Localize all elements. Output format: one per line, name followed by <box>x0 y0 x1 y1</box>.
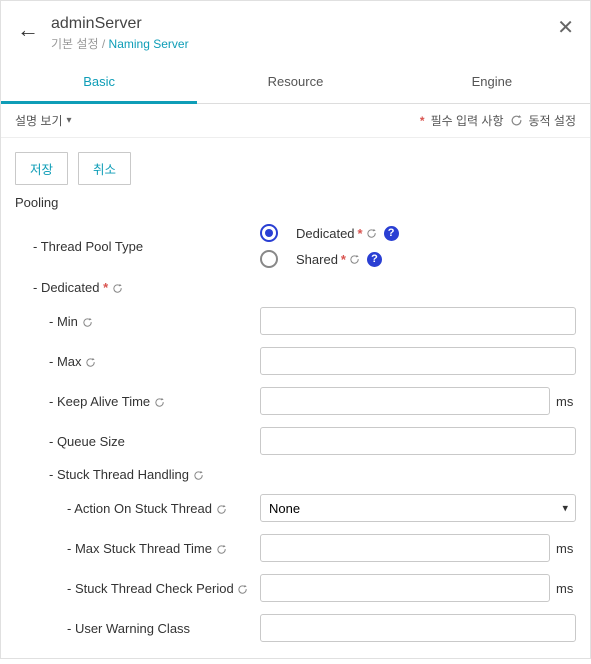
refresh-icon <box>510 114 523 127</box>
refresh-icon <box>82 317 93 328</box>
label-thread-pool-type: - Thread Pool Type <box>15 239 260 254</box>
refresh-icon <box>349 254 360 265</box>
required-legend-label: 필수 입력 사항 <box>431 112 504 129</box>
radio-shared-label-group: Shared * ? <box>296 252 382 267</box>
tabs: Basic Resource Engine <box>1 62 590 104</box>
row-thread-pool-type: - Thread Pool Type Dedicated * ? Shared … <box>1 218 590 274</box>
required-star-icon: * <box>420 114 425 128</box>
unit-ms: ms <box>556 541 576 556</box>
thread-pool-type-radio-group: Dedicated * ? Shared * ? <box>260 224 399 268</box>
label-stuck-check-period-text: - Stuck Thread Check Period <box>67 581 234 596</box>
label-max: - Max <box>15 354 260 369</box>
cancel-button[interactable]: 취소 <box>78 152 131 185</box>
label-queue-size: - Queue Size <box>15 434 260 449</box>
row-min: - Min <box>1 301 590 341</box>
label-max-stuck-time-text: - Max Stuck Thread Time <box>67 541 212 556</box>
required-star-icon: * <box>358 226 363 241</box>
tab-basic[interactable]: Basic <box>1 62 197 104</box>
user-warning-class-input[interactable] <box>260 614 576 642</box>
label-action-stuck-text: - Action On Stuck Thread <box>67 501 212 516</box>
label-keep-alive-text: - Keep Alive Time <box>49 394 150 409</box>
page-header: ← adminServer 기본 설정 / Naming Server ✕ <box>1 1 590 62</box>
row-user-warning-class: - User Warning Class <box>1 608 590 658</box>
refresh-icon <box>154 397 165 408</box>
label-user-warning-class: - User Warning Class <box>15 621 260 636</box>
section-title-pooling: Pooling <box>1 195 590 218</box>
unit-ms: ms <box>556 581 576 596</box>
max-stuck-time-input[interactable] <box>260 534 550 562</box>
row-stuck-check-period: - Stuck Thread Check Period ms <box>1 568 590 608</box>
breadcrumb-sep: / <box>102 37 105 51</box>
breadcrumb-current[interactable]: Naming Server <box>109 37 189 51</box>
refresh-icon <box>85 357 96 368</box>
refresh-icon <box>216 544 227 555</box>
radio-dot-icon <box>265 229 273 237</box>
row-action-stuck: - Action On Stuck Thread ▾ <box>1 488 590 528</box>
row-keep-alive: - Keep Alive Time ms <box>1 381 590 421</box>
row-max: - Max <box>1 341 590 381</box>
save-button[interactable]: 저장 <box>15 152 68 185</box>
radio-dedicated[interactable] <box>260 224 278 242</box>
row-queue-size: - Queue Size <box>1 421 590 461</box>
row-max-stuck-time: - Max Stuck Thread Time ms <box>1 528 590 568</box>
keep-alive-input[interactable] <box>260 387 550 415</box>
radio-shared-line: Shared * ? <box>260 250 399 268</box>
refresh-icon <box>216 504 227 515</box>
refresh-icon <box>366 228 377 239</box>
dynamic-legend-label: 동적 설정 <box>529 112 577 129</box>
action-stuck-select[interactable]: ▾ <box>260 494 576 522</box>
radio-dedicated-label: Dedicated <box>296 226 355 241</box>
action-buttons: 저장 취소 <box>1 138 590 195</box>
label-keep-alive: - Keep Alive Time <box>15 394 260 409</box>
unit-ms: ms <box>556 394 576 409</box>
label-dedicated-text: - Dedicated <box>33 280 99 295</box>
breadcrumb: 기본 설정 / Naming Server <box>51 35 557 52</box>
back-arrow-icon[interactable]: ← <box>17 17 39 43</box>
label-max-stuck-time: - Max Stuck Thread Time <box>15 541 260 556</box>
max-input[interactable] <box>260 347 576 375</box>
label-stuck-check-period: - Stuck Thread Check Period <box>15 581 260 596</box>
min-input[interactable] <box>260 307 576 335</box>
legend-right: * 필수 입력 사항 동적 설정 <box>420 112 576 129</box>
label-action-stuck: - Action On Stuck Thread <box>15 501 260 516</box>
label-dedicated: - Dedicated * <box>15 280 260 295</box>
action-stuck-value[interactable] <box>260 494 576 522</box>
tab-engine[interactable]: Engine <box>394 62 590 103</box>
title-block: adminServer 기본 설정 / Naming Server <box>51 15 557 52</box>
refresh-icon <box>193 470 204 481</box>
radio-dedicated-label-group: Dedicated * ? <box>296 226 399 241</box>
help-icon[interactable]: ? <box>384 226 399 241</box>
label-stuck-handling-text: - Stuck Thread Handling <box>49 467 189 482</box>
description-toggle[interactable]: 설명 보기 ▾ <box>15 112 72 129</box>
help-icon[interactable]: ? <box>367 252 382 267</box>
row-stuck-handling: - Stuck Thread Handling <box>1 461 590 488</box>
breadcrumb-root[interactable]: 기본 설정 <box>51 37 99 51</box>
label-stuck-handling: - Stuck Thread Handling <box>15 467 260 482</box>
page-title: adminServer <box>51 15 557 33</box>
radio-shared-label: Shared <box>296 252 338 267</box>
refresh-icon <box>112 283 123 294</box>
row-dedicated: - Dedicated * <box>1 274 590 301</box>
queue-size-input[interactable] <box>260 427 576 455</box>
radio-dedicated-line: Dedicated * ? <box>260 224 399 242</box>
stuck-check-period-input[interactable] <box>260 574 550 602</box>
label-min: - Min <box>15 314 260 329</box>
chevron-down-icon: ▾ <box>67 115 72 126</box>
legend-bar: 설명 보기 ▾ * 필수 입력 사항 동적 설정 <box>1 104 590 138</box>
radio-shared[interactable] <box>260 250 278 268</box>
label-min-text: - Min <box>49 314 78 329</box>
required-star-icon: * <box>103 280 108 295</box>
tab-resource[interactable]: Resource <box>197 62 393 103</box>
close-icon[interactable]: ✕ <box>557 15 574 40</box>
description-toggle-label: 설명 보기 <box>15 112 63 129</box>
refresh-icon <box>237 584 248 595</box>
label-max-text: - Max <box>49 354 82 369</box>
required-star-icon: * <box>341 252 346 267</box>
